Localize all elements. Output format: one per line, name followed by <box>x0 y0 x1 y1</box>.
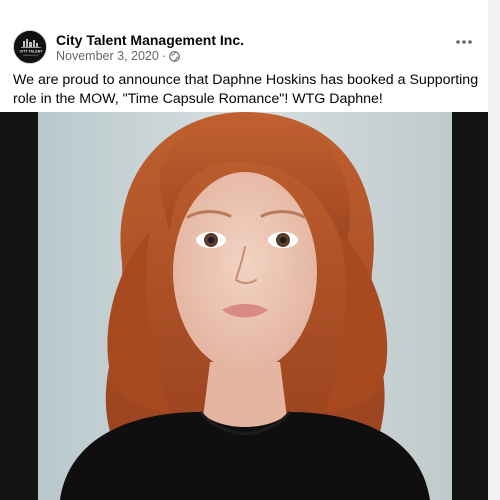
svg-text:CITY TALENT: CITY TALENT <box>19 50 43 54</box>
globe-icon[interactable] <box>169 51 180 62</box>
post-date-link[interactable]: November 3, 2020 <box>56 49 159 64</box>
more-options-button[interactable] <box>452 34 476 50</box>
page-name-link[interactable]: City Talent Management Inc. <box>56 32 244 49</box>
facebook-post: CITY TALENT MANAGEMENT City Talent Manag… <box>0 0 500 500</box>
headshot-image <box>0 112 488 500</box>
post-body-text: We are proud to announce that Daphne Hos… <box>13 72 479 107</box>
meta-separator: · <box>161 49 167 63</box>
page-avatar[interactable]: CITY TALENT MANAGEMENT <box>13 30 47 64</box>
post-header: CITY TALENT MANAGEMENT City Talent Manag… <box>0 0 500 68</box>
page-scroll-gutter <box>488 0 500 500</box>
post-meta: November 3, 2020 · <box>56 49 180 64</box>
svg-text:MANAGEMENT: MANAGEMENT <box>23 54 39 57</box>
more-options-icon <box>456 40 472 44</box>
city-talent-logo: CITY TALENT MANAGEMENT <box>14 31 46 63</box>
post-photo[interactable] <box>0 112 488 500</box>
